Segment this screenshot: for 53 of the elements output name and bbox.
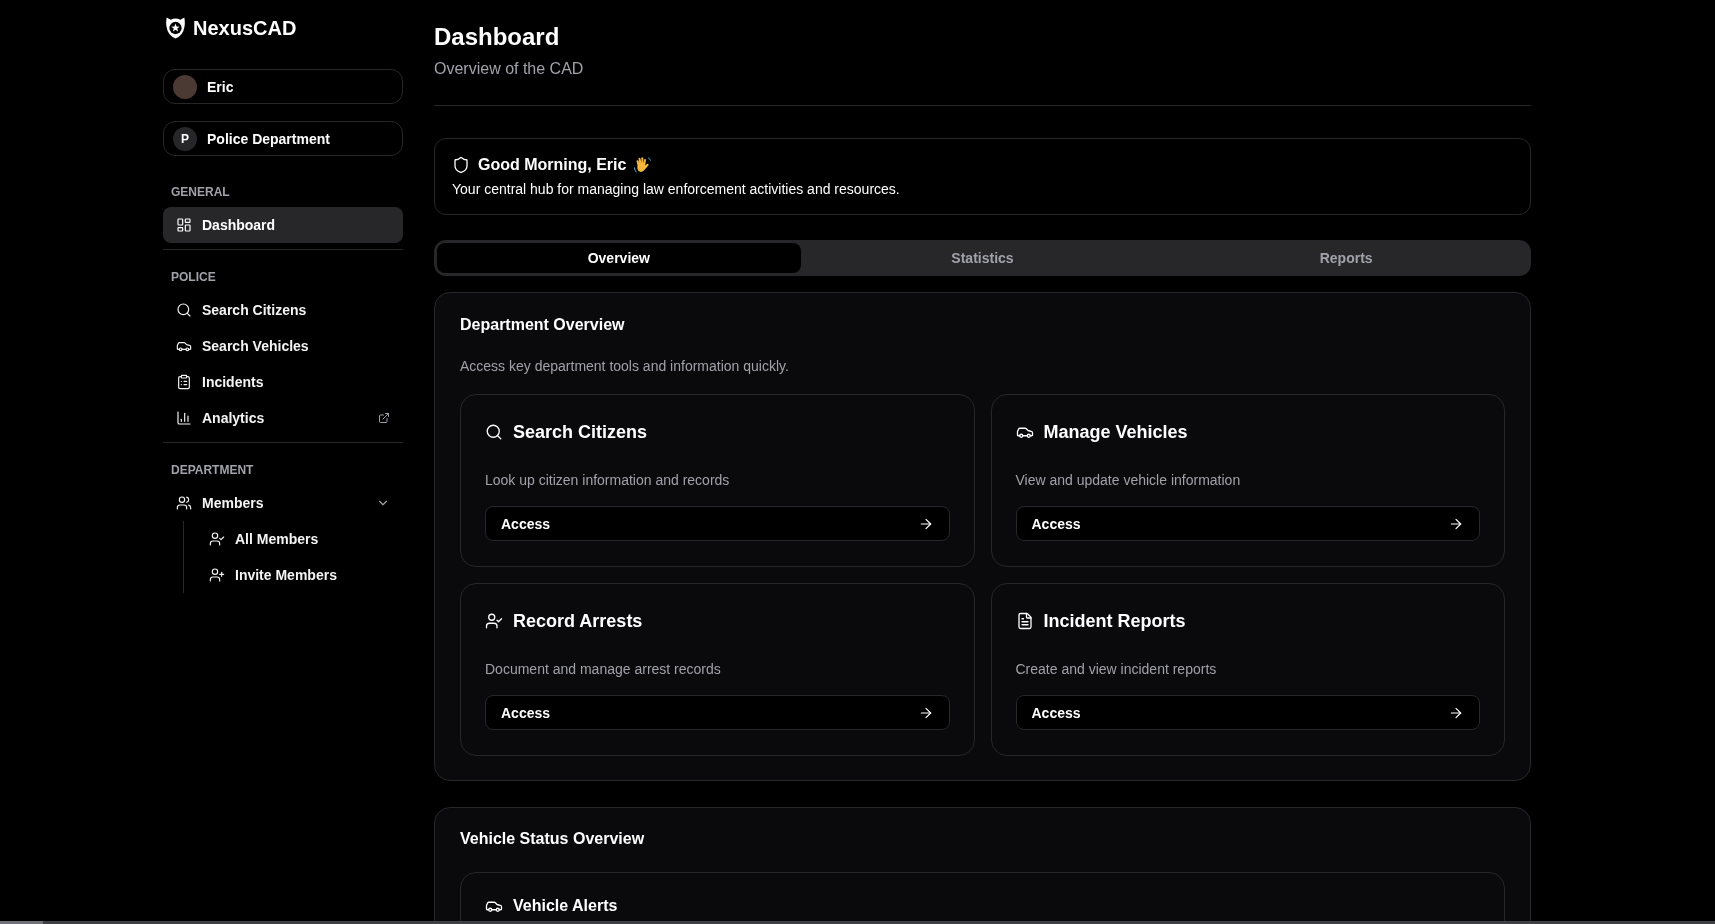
greeting-title: Good Morning, Eric <box>478 155 627 175</box>
users-icon <box>176 495 192 511</box>
greeting-text: Your central hub for managing law enforcement activities and resources. <box>452 180 901 199</box>
page-subtitle: Overview of the CAD <box>434 59 585 79</box>
nav-item[interactable]: Analytics <box>163 400 403 436</box>
tool-card-description: Document and manage arrest records <box>485 660 722 679</box>
department-switcher[interactable]: P Police Department <box>163 121 403 156</box>
brand-name: NexusCAD <box>193 16 297 40</box>
tool-card-description: View and update vehicle information <box>1015 471 1242 490</box>
tool-card-title: Incident Reports <box>1043 610 1186 633</box>
user-check-icon <box>209 531 225 547</box>
scrollbar-thumb[interactable] <box>0 921 43 924</box>
search-icon <box>485 423 503 441</box>
tool-card-description: Look up citizen information and records <box>485 471 731 490</box>
tool-card-title: Search Citizens <box>513 421 648 444</box>
tool-card-title: Manage Vehicles <box>1043 421 1188 444</box>
dashboard-icon <box>176 217 192 233</box>
user-check-icon <box>485 612 503 630</box>
shield-icon <box>452 156 470 174</box>
document-icon <box>1015 612 1034 630</box>
vehicle-alerts-title: Vehicle Alerts <box>513 896 618 916</box>
user-switcher[interactable]: Eric <box>163 69 403 104</box>
bar-chart-icon <box>176 410 192 426</box>
user-avatar <box>173 74 197 99</box>
access-button[interactable]: Access <box>1015 506 1480 541</box>
tab[interactable]: Statistics <box>800 243 1165 273</box>
nav-subitem[interactable]: Invite Members <box>196 557 403 593</box>
waving-hand-icon <box>634 157 652 173</box>
badge-logo-icon <box>166 17 185 39</box>
nav-item[interactable]: Incidents <box>163 364 403 400</box>
nav-item[interactable]: Search Citizens <box>163 292 403 328</box>
tool-card-description: Create and view incident reports <box>1015 660 1218 679</box>
user-plus-icon <box>209 567 225 583</box>
access-button[interactable]: Access <box>485 695 950 730</box>
section-title: Vehicle Status Overview <box>460 829 646 849</box>
nav-section-label: DEPARTMENT <box>170 462 255 478</box>
tab[interactable]: Reports <box>1164 243 1528 273</box>
department-avatar: P <box>173 126 197 151</box>
nav-item[interactable]: Dashboard <box>163 207 403 243</box>
nav-subitem[interactable]: All Members <box>196 521 403 557</box>
page-title: Dashboard <box>434 22 561 52</box>
access-button[interactable]: Access <box>485 506 950 541</box>
section-description: Access key department tools and information quickly. <box>460 357 790 376</box>
nav-section-label: POLICE <box>170 269 217 285</box>
clipboard-icon <box>176 374 192 390</box>
nav-item[interactable]: Search Vehicles <box>163 328 403 364</box>
nav-item[interactable]: Members <box>163 485 403 521</box>
tab[interactable]: Overview <box>437 243 801 273</box>
section-title: Department Overview <box>460 315 626 335</box>
nav-section-label: GENERAL <box>170 184 231 200</box>
access-button[interactable]: Access <box>1015 695 1480 730</box>
tool-card-title: Record Arrests <box>513 610 643 633</box>
search-icon <box>176 302 192 318</box>
